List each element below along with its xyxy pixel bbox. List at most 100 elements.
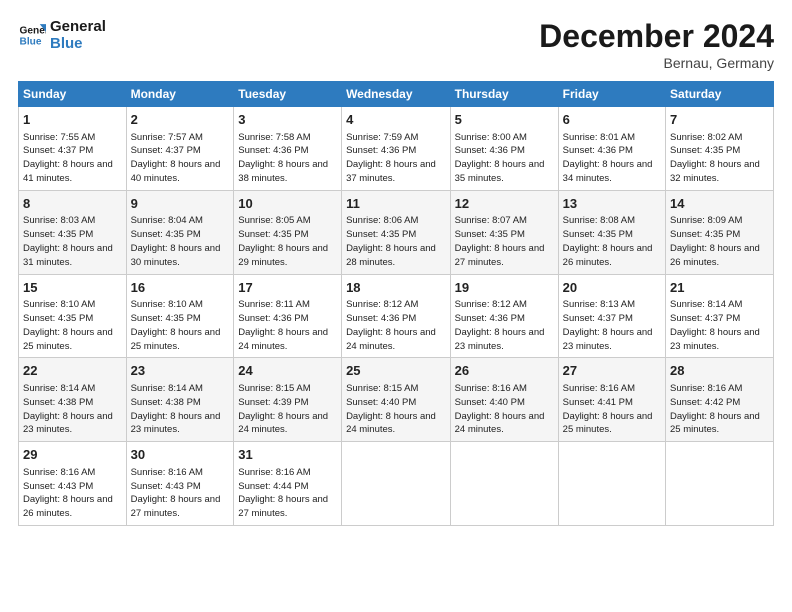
logo: General Blue General Blue — [18, 18, 106, 53]
calendar-day-cell: 22 Sunrise: 8:14 AM Sunset: 4:38 PM Dayl… — [19, 358, 127, 442]
logo-text: General Blue — [50, 18, 106, 53]
calendar-day-cell: 2 Sunrise: 7:57 AM Sunset: 4:37 PM Dayli… — [126, 107, 234, 191]
day-sunset: Sunset: 4:35 PM — [455, 229, 525, 240]
day-sunrise: Sunrise: 8:12 AM — [346, 299, 418, 310]
svg-text:Blue: Blue — [20, 37, 42, 48]
day-number: 17 — [238, 279, 337, 297]
day-daylight: Daylight: 8 hours and 32 minutes. — [670, 159, 760, 184]
day-sunset: Sunset: 4:43 PM — [131, 481, 201, 492]
day-daylight: Daylight: 8 hours and 40 minutes. — [131, 159, 221, 184]
day-number: 11 — [346, 195, 446, 213]
calendar-day-cell: 31 Sunrise: 8:16 AM Sunset: 4:44 PM Dayl… — [234, 442, 342, 526]
day-sunset: Sunset: 4:35 PM — [23, 229, 93, 240]
calendar-day-cell: 19 Sunrise: 8:12 AM Sunset: 4:36 PM Dayl… — [450, 274, 558, 358]
day-sunrise: Sunrise: 8:15 AM — [238, 383, 310, 394]
calendar-day-cell: 13 Sunrise: 8:08 AM Sunset: 4:35 PM Dayl… — [558, 190, 665, 274]
calendar-day-cell: 5 Sunrise: 8:00 AM Sunset: 4:36 PM Dayli… — [450, 107, 558, 191]
day-sunrise: Sunrise: 8:16 AM — [563, 383, 635, 394]
day-sunrise: Sunrise: 8:15 AM — [346, 383, 418, 394]
page-container: General Blue General Blue December 2024 … — [0, 0, 792, 536]
day-sunset: Sunset: 4:44 PM — [238, 481, 308, 492]
day-daylight: Daylight: 8 hours and 24 minutes. — [455, 411, 545, 436]
day-number: 3 — [238, 111, 337, 129]
day-number: 20 — [563, 279, 661, 297]
day-sunrise: Sunrise: 8:06 AM — [346, 215, 418, 226]
day-number: 30 — [131, 446, 230, 464]
day-number: 14 — [670, 195, 769, 213]
day-sunrise: Sunrise: 8:04 AM — [131, 215, 203, 226]
day-sunrise: Sunrise: 7:59 AM — [346, 132, 418, 143]
day-sunset: Sunset: 4:40 PM — [455, 397, 525, 408]
calendar-day-cell: 6 Sunrise: 8:01 AM Sunset: 4:36 PM Dayli… — [558, 107, 665, 191]
day-sunset: Sunset: 4:40 PM — [346, 397, 416, 408]
svg-text:General: General — [20, 26, 46, 37]
calendar-week-row: 15 Sunrise: 8:10 AM Sunset: 4:35 PM Dayl… — [19, 274, 774, 358]
day-daylight: Daylight: 8 hours and 23 minutes. — [670, 327, 760, 352]
day-sunrise: Sunrise: 8:02 AM — [670, 132, 742, 143]
day-daylight: Daylight: 8 hours and 37 minutes. — [346, 159, 436, 184]
day-sunset: Sunset: 4:38 PM — [23, 397, 93, 408]
day-sunset: Sunset: 4:37 PM — [131, 145, 201, 156]
calendar-day-cell: 1 Sunrise: 7:55 AM Sunset: 4:37 PM Dayli… — [19, 107, 127, 191]
day-daylight: Daylight: 8 hours and 28 minutes. — [346, 243, 436, 268]
day-number: 31 — [238, 446, 337, 464]
calendar-day-cell: 10 Sunrise: 8:05 AM Sunset: 4:35 PM Dayl… — [234, 190, 342, 274]
calendar-week-row: 22 Sunrise: 8:14 AM Sunset: 4:38 PM Dayl… — [19, 358, 774, 442]
day-sunset: Sunset: 4:42 PM — [670, 397, 740, 408]
calendar-header-row: SundayMondayTuesdayWednesdayThursdayFrid… — [19, 82, 774, 107]
day-sunset: Sunset: 4:41 PM — [563, 397, 633, 408]
location: Bernau, Germany — [539, 55, 774, 71]
calendar-day-cell: 16 Sunrise: 8:10 AM Sunset: 4:35 PM Dayl… — [126, 274, 234, 358]
day-sunset: Sunset: 4:36 PM — [238, 313, 308, 324]
calendar-day-cell — [558, 442, 665, 526]
day-daylight: Daylight: 8 hours and 27 minutes. — [238, 494, 328, 519]
day-number: 29 — [23, 446, 122, 464]
day-number: 7 — [670, 111, 769, 129]
day-daylight: Daylight: 8 hours and 26 minutes. — [23, 494, 113, 519]
calendar-week-row: 1 Sunrise: 7:55 AM Sunset: 4:37 PM Dayli… — [19, 107, 774, 191]
calendar-day-cell: 23 Sunrise: 8:14 AM Sunset: 4:38 PM Dayl… — [126, 358, 234, 442]
day-sunset: Sunset: 4:35 PM — [238, 229, 308, 240]
calendar-body: 1 Sunrise: 7:55 AM Sunset: 4:37 PM Dayli… — [19, 107, 774, 526]
day-sunset: Sunset: 4:35 PM — [346, 229, 416, 240]
calendar-day-cell: 24 Sunrise: 8:15 AM Sunset: 4:39 PM Dayl… — [234, 358, 342, 442]
day-number: 9 — [131, 195, 230, 213]
day-daylight: Daylight: 8 hours and 23 minutes. — [23, 411, 113, 436]
day-sunset: Sunset: 4:37 PM — [563, 313, 633, 324]
calendar-day-cell: 12 Sunrise: 8:07 AM Sunset: 4:35 PM Dayl… — [450, 190, 558, 274]
day-number: 25 — [346, 362, 446, 380]
day-number: 27 — [563, 362, 661, 380]
day-number: 28 — [670, 362, 769, 380]
day-daylight: Daylight: 8 hours and 24 minutes. — [238, 411, 328, 436]
calendar-week-row: 29 Sunrise: 8:16 AM Sunset: 4:43 PM Dayl… — [19, 442, 774, 526]
day-sunrise: Sunrise: 8:12 AM — [455, 299, 527, 310]
weekday-header-cell: Friday — [558, 82, 665, 107]
day-daylight: Daylight: 8 hours and 31 minutes. — [23, 243, 113, 268]
day-daylight: Daylight: 8 hours and 23 minutes. — [563, 327, 653, 352]
calendar-day-cell: 9 Sunrise: 8:04 AM Sunset: 4:35 PM Dayli… — [126, 190, 234, 274]
day-sunset: Sunset: 4:36 PM — [238, 145, 308, 156]
day-number: 23 — [131, 362, 230, 380]
calendar-day-cell: 3 Sunrise: 7:58 AM Sunset: 4:36 PM Dayli… — [234, 107, 342, 191]
calendar-day-cell: 20 Sunrise: 8:13 AM Sunset: 4:37 PM Dayl… — [558, 274, 665, 358]
day-sunset: Sunset: 4:36 PM — [455, 313, 525, 324]
day-sunset: Sunset: 4:35 PM — [670, 145, 740, 156]
day-sunrise: Sunrise: 8:16 AM — [23, 467, 95, 478]
day-sunrise: Sunrise: 8:16 AM — [238, 467, 310, 478]
day-number: 22 — [23, 362, 122, 380]
day-sunset: Sunset: 4:36 PM — [346, 313, 416, 324]
day-daylight: Daylight: 8 hours and 27 minutes. — [455, 243, 545, 268]
day-sunrise: Sunrise: 8:14 AM — [131, 383, 203, 394]
weekday-header-cell: Monday — [126, 82, 234, 107]
calendar-day-cell: 18 Sunrise: 8:12 AM Sunset: 4:36 PM Dayl… — [342, 274, 451, 358]
calendar-day-cell — [666, 442, 774, 526]
day-sunrise: Sunrise: 8:00 AM — [455, 132, 527, 143]
calendar-day-cell: 4 Sunrise: 7:59 AM Sunset: 4:36 PM Dayli… — [342, 107, 451, 191]
calendar-week-row: 8 Sunrise: 8:03 AM Sunset: 4:35 PM Dayli… — [19, 190, 774, 274]
day-number: 21 — [670, 279, 769, 297]
day-sunset: Sunset: 4:43 PM — [23, 481, 93, 492]
day-number: 1 — [23, 111, 122, 129]
day-sunset: Sunset: 4:37 PM — [23, 145, 93, 156]
day-sunrise: Sunrise: 8:03 AM — [23, 215, 95, 226]
day-daylight: Daylight: 8 hours and 23 minutes. — [455, 327, 545, 352]
